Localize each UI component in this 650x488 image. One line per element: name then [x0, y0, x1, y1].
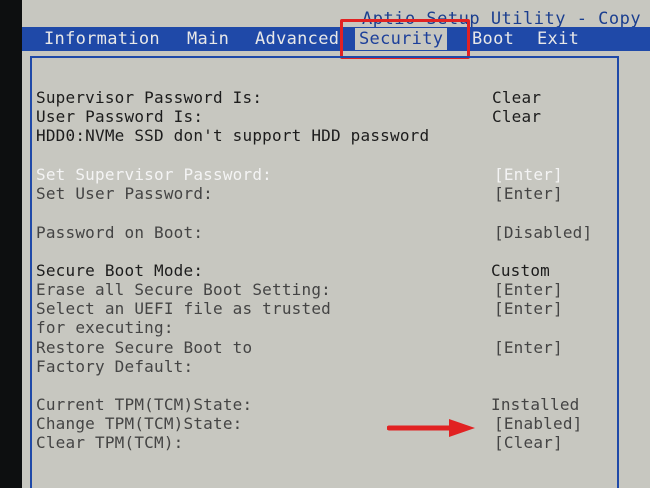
value-clear-tpm[interactable]: [Clear] — [494, 433, 563, 452]
row-current-tpm-state: Current TPM(TCM)State: — [36, 395, 253, 414]
value-set-user-password[interactable]: [Enter] — [494, 184, 563, 203]
menu-bar: Information Main Advanced Security Boot … — [22, 27, 650, 51]
tab-advanced[interactable]: Advanced — [255, 28, 339, 50]
value-secure-boot-mode: Custom — [491, 261, 550, 280]
row-select-uefi-file[interactable]: Select an UEFI file as trusted — [36, 299, 331, 318]
value-set-supervisor-password[interactable]: [Enter] — [494, 165, 563, 184]
tab-boot[interactable]: Boot — [472, 28, 514, 50]
row-hdd-note: HDD0:NVMe SSD don't support HDD password — [36, 126, 430, 145]
value-current-tpm-state: Installed — [491, 395, 580, 414]
value-user-password-is: Clear — [492, 107, 542, 126]
value-restore-secure-boot[interactable]: [Enter] — [494, 338, 563, 357]
bios-screen: Aptio Setup Utility - Copy Information M… — [22, 0, 650, 488]
row-set-supervisor-password[interactable]: Set Supervisor Password: — [36, 165, 272, 184]
red-arrow-icon — [387, 419, 475, 437]
row-change-tpm-state[interactable]: Change TPM(TCM)State: — [36, 414, 243, 433]
value-change-tpm-state[interactable]: [Enabled] — [494, 414, 583, 433]
security-tab-highlight — [340, 19, 470, 59]
tab-exit[interactable]: Exit — [537, 28, 579, 50]
value-supervisor-password-is: Clear — [492, 88, 542, 107]
title-bar: Aptio Setup Utility - Copy — [22, 0, 650, 29]
tab-main[interactable]: Main — [187, 28, 229, 50]
row-password-on-boot[interactable]: Password on Boot: — [36, 223, 203, 242]
row-supervisor-password-is: Supervisor Password Is: — [36, 88, 263, 107]
row-set-user-password[interactable]: Set User Password: — [36, 184, 213, 203]
row-secure-boot-mode: Secure Boot Mode: — [36, 261, 204, 280]
row-clear-tpm[interactable]: Clear TPM(TCM): — [36, 433, 184, 452]
value-password-on-boot[interactable]: [Disabled] — [494, 223, 592, 242]
value-select-uefi-file[interactable]: [Enter] — [494, 299, 563, 318]
row-erase-secure-boot[interactable]: Erase all Secure Boot Setting: — [36, 280, 331, 299]
row-restore-secure-boot[interactable]: Restore Secure Boot to — [36, 338, 252, 357]
tab-information[interactable]: Information — [44, 28, 160, 50]
row-select-uefi-file-cont: for executing: — [36, 318, 174, 337]
row-restore-secure-boot-cont: Factory Default: — [36, 357, 194, 376]
row-user-password-is: User Password Is: — [36, 107, 204, 126]
value-erase-secure-boot[interactable]: [Enter] — [494, 280, 563, 299]
